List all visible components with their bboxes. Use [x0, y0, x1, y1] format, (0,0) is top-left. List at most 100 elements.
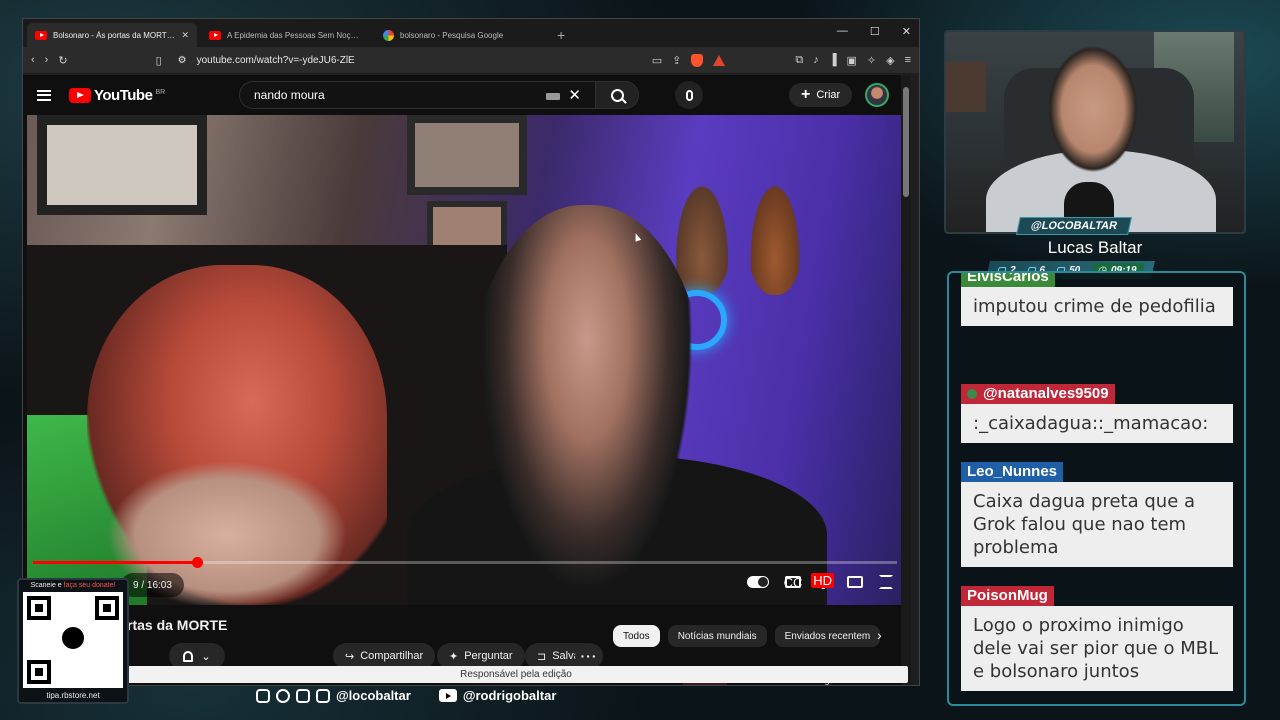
- chat-message: @natanalves9509 :_caixadagua::_mamacao:: [961, 384, 1233, 443]
- plus-icon: +: [801, 86, 811, 103]
- page-scrollbar[interactable]: [901, 75, 911, 685]
- create-button[interactable]: + Criar: [789, 83, 853, 107]
- vpn-icon[interactable]: ◈: [886, 54, 894, 67]
- social-handle: @locobaltar: [336, 688, 411, 703]
- reload-icon[interactable]: ↻: [58, 54, 67, 67]
- share-label: Compartilhar: [360, 650, 424, 662]
- browser-window: Bolsonaro - Às portas da MORTE - ✕ A Epi…: [22, 18, 920, 686]
- chat-username: Leo_Nunnes: [961, 462, 1064, 482]
- forward-icon[interactable]: ›: [45, 54, 49, 66]
- autoplay-toggle[interactable]: [747, 576, 769, 588]
- url-field[interactable]: ⚙ youtube.com/watch?v=-ydeJU6-ZlE: [172, 55, 642, 66]
- share-icon[interactable]: ⇪: [672, 54, 681, 67]
- player-controls: CC HD: [747, 573, 893, 590]
- site-info-icon[interactable]: ⚙: [178, 55, 187, 66]
- chevron-down-icon: ⌄: [201, 650, 211, 663]
- settings-gear-icon[interactable]: HD: [811, 573, 834, 589]
- cast-icon[interactable]: ▭: [652, 54, 662, 67]
- guitar: [747, 175, 803, 295]
- chat-username: ElvisCarlos: [961, 273, 1055, 287]
- video-title: rtas da MORTE: [127, 617, 228, 633]
- chip-world-news[interactable]: Notícias mundiais: [667, 625, 767, 647]
- tab-title: bolsonaro - Pesquisa Google: [400, 30, 504, 40]
- streamer: [1038, 46, 1148, 186]
- twitch-icon: [296, 688, 310, 703]
- fullscreen-icon[interactable]: [879, 575, 893, 589]
- sidebar-icon[interactable]: ▐: [829, 54, 837, 66]
- youtube-logo[interactable]: YouTube BR: [69, 87, 165, 104]
- bookmark-save-icon: ⊐: [537, 650, 547, 663]
- create-label: Criar: [816, 89, 841, 101]
- time-display: 9 / 16:03: [121, 573, 184, 597]
- window-controls: — ☐ ✕: [837, 25, 911, 38]
- search-icon: [610, 88, 624, 102]
- tab-google-search[interactable]: bolsonaro - Pesquisa Google: [375, 23, 545, 47]
- theater-mode-icon[interactable]: [847, 576, 863, 588]
- leo-icon[interactable]: ✧: [867, 54, 876, 67]
- maximize-icon[interactable]: ☐: [870, 25, 880, 38]
- scrollbar-thumb[interactable]: [903, 87, 909, 197]
- qr-caption-highlight: faça seu donate!: [63, 582, 116, 589]
- chat-message: PoisonMug Logo o proximo inimigo dele va…: [961, 586, 1233, 691]
- menu-icon[interactable]: ≡: [905, 54, 911, 66]
- minimize-icon[interactable]: —: [837, 25, 848, 38]
- qr-caption: Scaneie e faça seu donate!: [19, 582, 127, 589]
- voice-search-button[interactable]: [675, 81, 703, 109]
- youtube-logo-text: YouTube: [94, 86, 153, 104]
- shelf: [946, 62, 986, 112]
- tab-bolsonaro-video[interactable]: Bolsonaro - Às portas da MORTE - ✕: [27, 23, 197, 47]
- qr-code: [23, 592, 123, 688]
- back-icon[interactable]: ‹: [31, 54, 35, 66]
- region-code: BR: [155, 88, 166, 96]
- account-avatar[interactable]: [865, 83, 889, 107]
- qr-finder: [27, 660, 51, 684]
- share-icon: ↪: [345, 650, 355, 663]
- chat-username: @natanalves9509: [961, 384, 1115, 404]
- video-player[interactable]: 9 / 16:03 CC HD: [27, 115, 903, 605]
- kick-icon: [316, 688, 330, 703]
- search-input[interactable]: nando moura ✕: [239, 81, 595, 109]
- qr-logo-icon: [59, 624, 87, 652]
- new-tab-button[interactable]: +: [557, 27, 565, 47]
- youtube-icon: [438, 689, 457, 702]
- clear-search-icon[interactable]: ✕: [568, 87, 581, 104]
- seek-bar[interactable]: [33, 557, 897, 568]
- chat-username: PoisonMug: [961, 586, 1054, 606]
- chat-panel: ElvisCarlos imputou crime de pedofilia @…: [947, 271, 1246, 706]
- chat-message-text: Caixa dagua preta que a Grok falou que n…: [961, 482, 1233, 567]
- hamburger-menu-icon[interactable]: [37, 89, 51, 101]
- brave-rewards-icon[interactable]: [713, 54, 726, 66]
- chip-recently-uploaded[interactable]: Enviados recentem: [774, 625, 881, 647]
- extensions-icon[interactable]: ⧉: [795, 54, 803, 67]
- youtube-handle: @rodrigobaltar: [462, 688, 557, 703]
- tab-title: A Epidemia das Pessoas Sem Noção - YouTu…: [227, 30, 363, 40]
- qr-finder: [95, 596, 119, 620]
- google-favicon-icon: [383, 29, 394, 41]
- youtube-favicon-icon: [35, 30, 47, 40]
- brave-shield-icon[interactable]: [691, 53, 704, 67]
- youtube-masthead: YouTube BR nando moura ✕ + Criar: [23, 75, 911, 115]
- chevron-right-icon[interactable]: ›: [877, 627, 882, 643]
- chat-message: ElvisCarlos imputou crime de pedofilia: [961, 273, 1233, 326]
- donation-qr-card: Scaneie e faça seu donate! tipa.rbstore.…: [17, 578, 129, 704]
- close-window-icon[interactable]: ✕: [902, 25, 911, 38]
- microphone-icon: [685, 89, 693, 101]
- search-query: nando moura: [254, 88, 325, 102]
- related-filter-chips: Todos Notícias mundiais Enviados recente…: [613, 625, 881, 647]
- bookmark-icon[interactable]: ▯: [156, 54, 162, 67]
- subtitles-icon[interactable]: CC: [784, 575, 803, 590]
- close-icon[interactable]: ✕: [181, 30, 189, 41]
- address-bar: ‹ › ↻ ▯ ⚙ youtube.com/watch?v=-ydeJU6-Zl…: [23, 47, 919, 73]
- media-icon[interactable]: ♪: [813, 54, 819, 66]
- streamer-handle-tag: @LOCOBALTAR: [1016, 217, 1133, 235]
- wall-frame: [407, 115, 527, 195]
- streamer-handle: @LOCOBALTAR: [1029, 220, 1119, 232]
- url-text: youtube.com/watch?v=-ydeJU6-ZlE: [196, 54, 355, 66]
- keyboard-icon[interactable]: [546, 93, 561, 100]
- chip-all[interactable]: Todos: [613, 625, 660, 647]
- wallet-icon[interactable]: ▣: [846, 54, 856, 67]
- tab-epidemia-video[interactable]: A Epidemia das Pessoas Sem Noção - YouTu…: [201, 23, 371, 47]
- tiktok-icon: [276, 688, 290, 703]
- sparkle-icon: ✦: [449, 650, 459, 663]
- search-button[interactable]: [595, 81, 639, 109]
